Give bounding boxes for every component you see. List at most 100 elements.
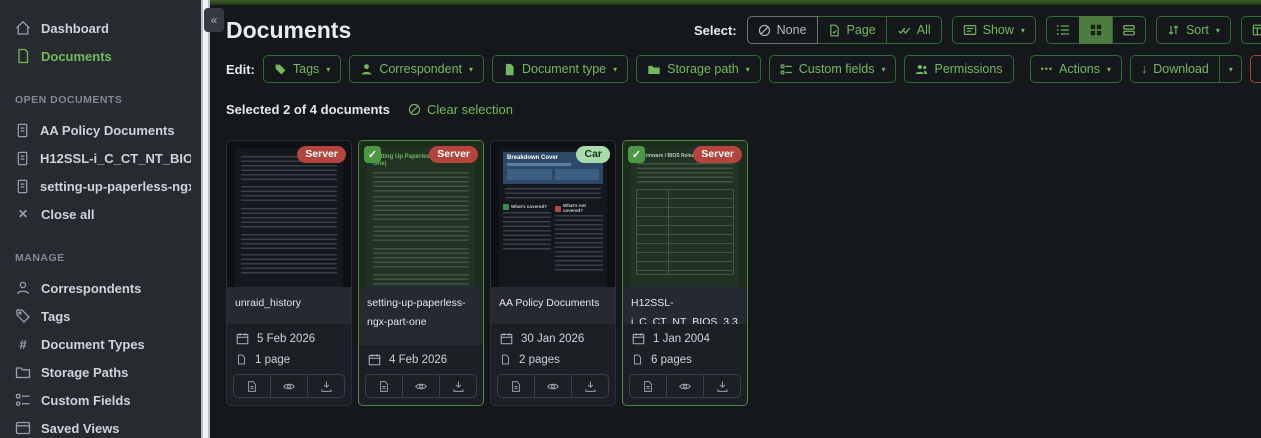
sidebar-item-dashboard[interactable]: Dashboard [15, 14, 191, 42]
document-title[interactable]: AA Policy Documents [491, 287, 615, 324]
edit-document-button[interactable] [630, 375, 666, 397]
sidebar-item-document-types[interactable]: # Document Types [15, 330, 191, 358]
actions-dropdown-button[interactable]: ••• Actions ▾ [1030, 55, 1122, 83]
view-document-button[interactable] [270, 375, 307, 397]
document-card[interactable]: ✓ Server Setting Up Paperless NGX (Part … [358, 140, 484, 406]
folder-icon [647, 63, 661, 76]
list-view-button[interactable] [1046, 16, 1080, 44]
edit-permissions-label: Permissions [934, 62, 1002, 76]
sidebar-open-doc-1[interactable]: AA Policy Documents [15, 116, 191, 144]
select-all-button[interactable]: All [886, 16, 942, 44]
download-document-button[interactable] [571, 375, 608, 397]
sidebar-item-custom-fields[interactable]: Custom Fields [15, 386, 191, 414]
sidebar-collapse-button[interactable]: « [204, 8, 224, 32]
tag-badge[interactable]: Server [297, 146, 346, 163]
edit-correspondent-label: Correspondent [379, 62, 462, 76]
select-page-button[interactable]: Page [817, 16, 887, 44]
document-thumbnail[interactable]: ✓ Car Breakdown Cover [491, 141, 615, 287]
edit-document-button[interactable] [366, 375, 402, 397]
eye-icon [678, 380, 692, 393]
document-title[interactable]: setting-up-paperless-ngx-part-one [359, 287, 483, 345]
show-fields-icon [963, 23, 977, 37]
edit-correspondent-button[interactable]: Correspondent ▾ [349, 55, 484, 83]
tag-badge[interactable]: Car [576, 146, 610, 163]
page-title: Documents [226, 17, 351, 44]
green-check-chip [503, 204, 509, 210]
sidebar-scrollbar[interactable] [201, 0, 210, 438]
file-icon [15, 48, 31, 64]
edit-custom-fields-button[interactable]: Custom fields ▾ [769, 55, 897, 83]
document-card[interactable]: ✓ Car Breakdown Cover [490, 140, 616, 406]
radios-icon [15, 392, 31, 408]
sidebar-open-doc-3[interactable]: setting-up-paperless-ngx-part-one [15, 172, 191, 200]
home-icon [15, 20, 31, 36]
download-document-button[interactable] [439, 375, 476, 397]
views-icon [1252, 23, 1261, 37]
tag-badge[interactable]: Server [429, 146, 478, 163]
manage-heading: MANAGE [15, 252, 191, 264]
app-root: Dashboard Documents OPEN DOCUMENTS AA Po… [0, 0, 1261, 438]
sidebar-item-documents[interactable]: Documents [15, 42, 191, 70]
page-count-icon [236, 353, 247, 366]
thumbnail-columns: What's covered? What's not covered? [503, 204, 603, 275]
file-text-icon [15, 123, 30, 138]
select-none-button[interactable]: None [747, 16, 818, 44]
close-all-label: Close all [41, 207, 94, 222]
view-document-button[interactable] [534, 375, 571, 397]
sidebar-item-tags[interactable]: Tags [15, 302, 191, 330]
card-action-group [497, 374, 609, 398]
document-thumbnail[interactable]: ✓ Server Setting Up Paperless NGX (Part … [359, 141, 483, 287]
grid-view-button[interactable] [1079, 16, 1113, 44]
edit-document-type-button[interactable]: Document type ▾ [492, 55, 628, 83]
show-dropdown-button[interactable]: Show ▾ [952, 16, 1036, 44]
document-title[interactable]: unraid_history [227, 287, 351, 324]
delete-button[interactable]: Delete [1250, 55, 1261, 83]
document-date: 4 Feb 2026 [389, 354, 447, 366]
detail-view-button[interactable] [1112, 16, 1146, 44]
download-document-button[interactable] [703, 375, 740, 397]
list-view-icon [1056, 23, 1070, 37]
edit-document-button[interactable] [498, 375, 534, 397]
sidebar-item-label: Saved Views [41, 421, 120, 436]
chevron-down-icon: ▾ [746, 65, 750, 74]
document-card[interactable]: ✓ Server unraid_history [226, 140, 352, 406]
edit-tags-button[interactable]: Tags ▾ [263, 55, 341, 83]
sidebar-open-doc-2[interactable]: H12SSL-i_C_CT_NT_BIOS_3.3_rele... [15, 144, 191, 172]
document-title[interactable]: H12SSL-i_C_CT_NT_BIOS_3.3_release_notes [623, 287, 747, 324]
scrollbar-thumb[interactable] [203, 0, 208, 438]
edit-storage-path-button[interactable]: Storage path ▾ [636, 55, 761, 83]
chevron-down-icon: ▾ [1107, 65, 1111, 74]
tag-badge[interactable]: Server [693, 146, 742, 163]
clear-selection-link[interactable]: Clear selection [408, 102, 513, 117]
radios-icon [780, 63, 793, 76]
document-thumbnail[interactable]: ✓ Server Firmware / BIOS Release Notes F… [623, 141, 747, 287]
tag-icon [15, 308, 31, 324]
document-thumbnail[interactable]: ✓ Server [227, 141, 351, 287]
selected-check-badge[interactable]: ✓ [628, 146, 645, 163]
sidebar-item-storage-paths[interactable]: Storage Paths [15, 358, 191, 386]
view-document-button[interactable] [666, 375, 703, 397]
sort-arrows-icon [1167, 23, 1180, 37]
thumbnail-table [636, 189, 734, 275]
sidebar-item-saved-views[interactable]: Saved Views [15, 414, 191, 438]
document-date-row: 4 Feb 2026 [368, 353, 474, 366]
download-button[interactable]: ↓ Download [1130, 55, 1220, 83]
sidebar-item-label: Document Types [41, 337, 145, 352]
download-document-button[interactable] [307, 375, 344, 397]
sort-dropdown-button[interactable]: Sort ▾ [1156, 16, 1231, 44]
document-card[interactable]: ✓ Server Firmware / BIOS Release Notes F… [622, 140, 748, 406]
sidebar-item-correspondents[interactable]: Correspondents [15, 274, 191, 302]
sidebar-item-label: Documents [41, 49, 112, 64]
selection-row: Selected 2 of 4 documents Clear selectio… [226, 97, 1261, 122]
edit-document-button[interactable] [234, 375, 270, 397]
document-pages-row: 1 page [236, 353, 342, 366]
edit-toolbar: Edit: Tags ▾ Correspondent ▾ Document [226, 55, 1261, 83]
edit-permissions-button[interactable]: Permissions [904, 55, 1013, 83]
view-document-button[interactable] [402, 375, 439, 397]
views-dropdown-button[interactable]: Views ▾ [1241, 16, 1261, 44]
selected-check-badge[interactable]: ✓ [364, 146, 381, 163]
download-options-button[interactable]: ▾ [1219, 55, 1242, 83]
sidebar-close-all[interactable]: ✕ Close all [15, 200, 191, 228]
card-action-group [233, 374, 345, 398]
download-icon [452, 380, 465, 393]
